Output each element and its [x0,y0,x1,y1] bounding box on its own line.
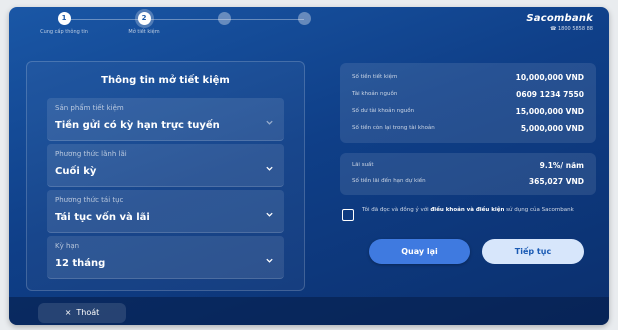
summary-row: Số tiền còn lại trong tài khoản 5,000,000… [352,124,584,133]
step-dot [217,12,231,25]
summary-row: Số tiền tiết kiệm 10,000,000 VND [352,73,584,82]
field-value: 12 tháng [55,258,106,269]
step-label: Mở tiết kiệm [128,29,160,35]
terms-text: Tôi đã đọc và đồng ý với điều khoản và đ… [362,207,574,213]
renewal-method-select[interactable]: Phương thức tái tục Tái tục vốn và lãi [47,190,284,233]
chevron-down-icon [266,212,273,217]
top-bar: 1 Cung cấp thông tin 2 Mở tiết kiệm Saco… [9,7,609,47]
field-label: Sản phẩm tiết kiệm [55,104,124,112]
back-button[interactable]: Quay lại [369,239,470,264]
field-label: Phương thức lãnh lãi [55,150,127,158]
phone-icon: ☎ [550,26,557,32]
progress-stepper: 1 Cung cấp thông tin 2 Mở tiết kiệm [34,12,334,42]
continue-button[interactable]: Tiếp tục [482,239,584,264]
brand-logo: Sacombank ☎ 1800 5858 88 [526,13,593,32]
chevron-down-icon [266,258,273,263]
app-screen: 1 Cung cấp thông tin 2 Mở tiết kiệm Saco… [9,7,609,325]
summary-row: Tài khoản nguồn 0609 1234 7550 [352,90,584,99]
brand-hotline: ☎ 1800 5858 88 [550,26,593,32]
terms-checkbox[interactable] [342,209,354,221]
summary-row: Số tiền lãi đến hạn dự kiến 365,027 VND [352,177,584,186]
field-value: Tiền gửi có kỳ hạn trực tuyến [55,120,220,131]
exit-label: Thoát [76,308,100,317]
savings-summary: Số tiền tiết kiệm 10,000,000 VND Tài khoả… [340,63,596,143]
stepper-line [64,19,304,20]
terms-link[interactable]: điều khoản và điều kiện [430,207,504,213]
field-value: Cuối kỳ [55,166,97,177]
exit-button[interactable]: × Thoát [38,303,126,323]
interest-summary: Lãi suất 9.1%/ năm Số tiền lãi đến hạn dự… [340,153,596,195]
step-dot [297,12,311,25]
interest-method-select[interactable]: Phương thức lãnh lãi Cuối kỳ [47,144,284,187]
chevron-down-icon [266,120,273,125]
step-dot: 1 [57,12,71,25]
step-2: 2 Mở tiết kiệm [114,12,174,35]
brand-name: Sacombank [526,13,593,24]
form-title: Thông tin mở tiết kiệm [101,75,230,86]
savings-form-panel: Thông tin mở tiết kiệm Sản phẩm tiết kiệ… [26,61,305,291]
summary-row: Số dư tài khoản nguồn 15,000,000 VND [352,107,584,116]
product-select[interactable]: Sản phẩm tiết kiệm Tiền gửi có kỳ hạn tr… [47,98,284,141]
field-label: Kỳ hạn [55,242,80,250]
step-3 [194,12,254,29]
step-dot: 2 [137,12,151,25]
step-1: 1 Cung cấp thông tin [34,12,94,35]
summary-row: Lãi suất 9.1%/ năm [352,161,584,170]
step-label: Cung cấp thông tin [40,29,88,35]
field-value: Tái tục vốn và lãi [55,212,150,223]
terms-agreement: Tôi đã đọc và đồng ý với điều khoản và đ… [342,205,598,227]
term-select[interactable]: Kỳ hạn 12 tháng [47,236,284,279]
chevron-down-icon [266,166,273,171]
field-label: Phương thức tái tục [55,196,124,204]
step-4 [274,12,334,29]
close-icon: × [64,308,72,317]
